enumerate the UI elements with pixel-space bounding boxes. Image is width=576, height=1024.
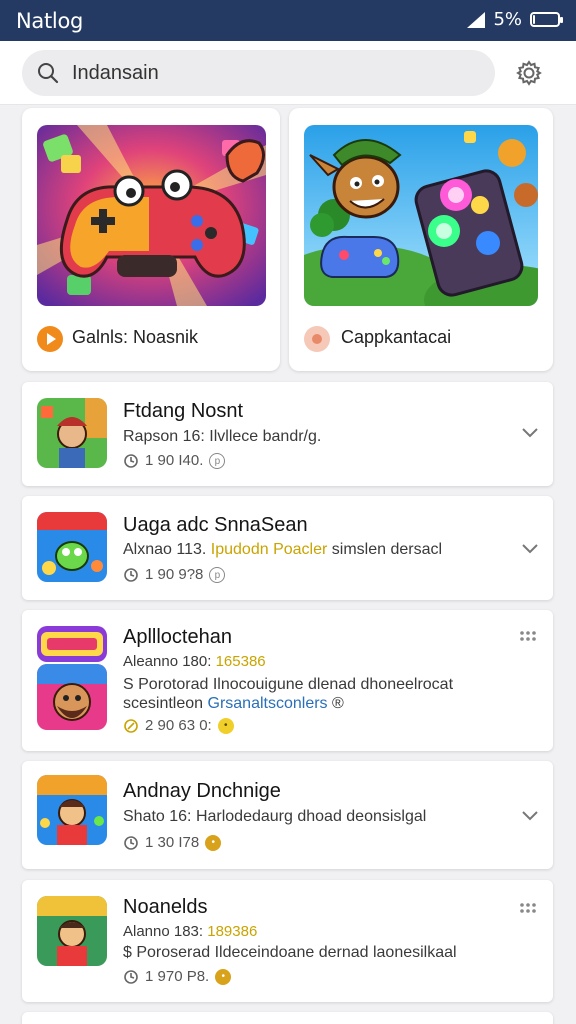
list-item-partial[interactable]	[22, 1012, 553, 1024]
coin-icon: •	[215, 968, 232, 985]
sub-prefix: Alxnao 113.	[123, 541, 207, 558]
status-bar: Natlog 5%	[0, 0, 576, 41]
clock-icon	[124, 969, 138, 984]
app-meta-text: 2 90 63 0:	[145, 717, 212, 734]
status-right: 5%	[467, 9, 563, 30]
smile-icon: •	[217, 717, 234, 734]
clock-icon	[124, 453, 138, 468]
sub-prefix: Alanno 183:	[123, 923, 204, 940]
app-meta-text: 1 30 I78	[145, 834, 200, 851]
info-icon: p	[209, 452, 226, 469]
app-icon	[37, 775, 107, 845]
game-badge-icon	[37, 326, 63, 352]
app-meta: 1 970 P8. •	[123, 968, 232, 985]
app-icon	[37, 512, 107, 582]
battery-text: 5%	[493, 9, 522, 30]
app-subtitle: Rapson 16: Ilvllece bandr/g.	[123, 428, 322, 445]
app-name: Ftdang Nosnt	[123, 400, 244, 422]
app-meta: 1 90 9?8 p	[123, 566, 226, 583]
desc-prefix: scesintleon	[123, 695, 204, 712]
signal-icon	[467, 11, 486, 28]
list-item[interactable]: Noanelds Alanno 183: 189386 $ Poroserad …	[22, 880, 553, 1002]
app-meta-text: 1 90 9?8	[145, 566, 204, 583]
app-subtitle: Aleanno 180: 165386	[123, 653, 266, 670]
app-subtitle: Alanno 183: 189386	[123, 923, 257, 940]
clock-icon	[124, 835, 138, 850]
search-input[interactable]	[72, 58, 472, 88]
goblin-art	[304, 125, 538, 306]
info-icon: p	[209, 566, 226, 583]
app-meta: 1 90 I40. p	[123, 452, 226, 469]
app-name: Apllloctehan	[123, 626, 232, 648]
app-name: Uaga adc SnnaSean	[123, 514, 308, 536]
app-icon	[37, 664, 107, 730]
search-bar	[0, 41, 576, 105]
sub-highlight: Ipudodn Poacler	[210, 541, 328, 558]
app-description: S Porotorad Ilnocouigune dlenad dhoneelr…	[123, 676, 454, 693]
chevron-down-icon[interactable]	[521, 809, 539, 823]
sub-highlight: 165386	[215, 653, 266, 670]
featured-card-1[interactable]: Galnls: Noasnik	[22, 108, 280, 371]
list-item[interactable]: Andnay Dnchnige Shato 16: Harlodedaurg d…	[22, 761, 553, 869]
app-description: $ Poroserad Ildeceindoane dernad laonesi…	[123, 944, 457, 961]
battery-icon	[530, 12, 563, 27]
list-item[interactable]: Uaga adc SnnaSean Alxnao 113. Ipudodn Po…	[22, 496, 553, 600]
app-meta: 2 90 63 0: •	[123, 717, 234, 734]
battery-fill	[533, 15, 535, 24]
app-icon	[37, 896, 107, 966]
more-dots-icon[interactable]	[519, 902, 537, 914]
rocket-icon	[124, 718, 138, 733]
status-title: Natlog	[16, 9, 84, 33]
list-item[interactable]: Apllloctehan Aleanno 180: 165386 S Porot…	[22, 610, 553, 751]
featured-label: Galnls: Noasnik	[72, 327, 199, 347]
sub-suffix: simslen dersacl	[331, 541, 443, 558]
settings-gear-icon[interactable]	[514, 58, 544, 88]
app-icon	[37, 398, 107, 468]
app-meta-text: 1 90 I40.	[145, 452, 204, 469]
app-subtitle: Shato 16: Harlodedaurg dhoad deonsislgal	[123, 808, 427, 825]
list-item[interactable]: Ftdang Nosnt Rapson 16: Ilvllece bandr/g…	[22, 382, 553, 486]
search-icon	[38, 63, 59, 84]
sub-highlight: 189386	[207, 923, 258, 940]
chevron-down-icon[interactable]	[521, 426, 539, 440]
desc-suffix: ®	[332, 695, 344, 712]
chevron-down-icon[interactable]	[521, 542, 539, 556]
app-description-2: scesintleon Grsanaltsconlers ®	[123, 695, 344, 713]
app-icon-banner	[37, 626, 107, 662]
sub-prefix: Aleanno 180:	[123, 653, 212, 670]
app-badge-icon	[304, 326, 330, 352]
app-name: Andnay Dnchnige	[123, 780, 281, 802]
featured-label: Cappkantacai	[341, 327, 452, 347]
desc-link[interactable]: Grsanaltsconlers	[208, 695, 328, 712]
more-dots-icon[interactable]	[519, 630, 537, 642]
coin-icon: •	[205, 834, 222, 851]
search-box[interactable]	[22, 50, 495, 96]
featured-card-2[interactable]: Cappkantacai	[289, 108, 553, 371]
app-subtitle: Alxnao 113. Ipudodn Poacler simslen ders…	[123, 541, 442, 559]
app-name: Noanelds	[123, 896, 208, 918]
app-meta: 1 30 I78 •	[123, 834, 222, 851]
app-meta-text: 1 970 P8.	[145, 968, 210, 985]
controller-art	[37, 125, 266, 306]
clock-icon	[124, 567, 138, 582]
